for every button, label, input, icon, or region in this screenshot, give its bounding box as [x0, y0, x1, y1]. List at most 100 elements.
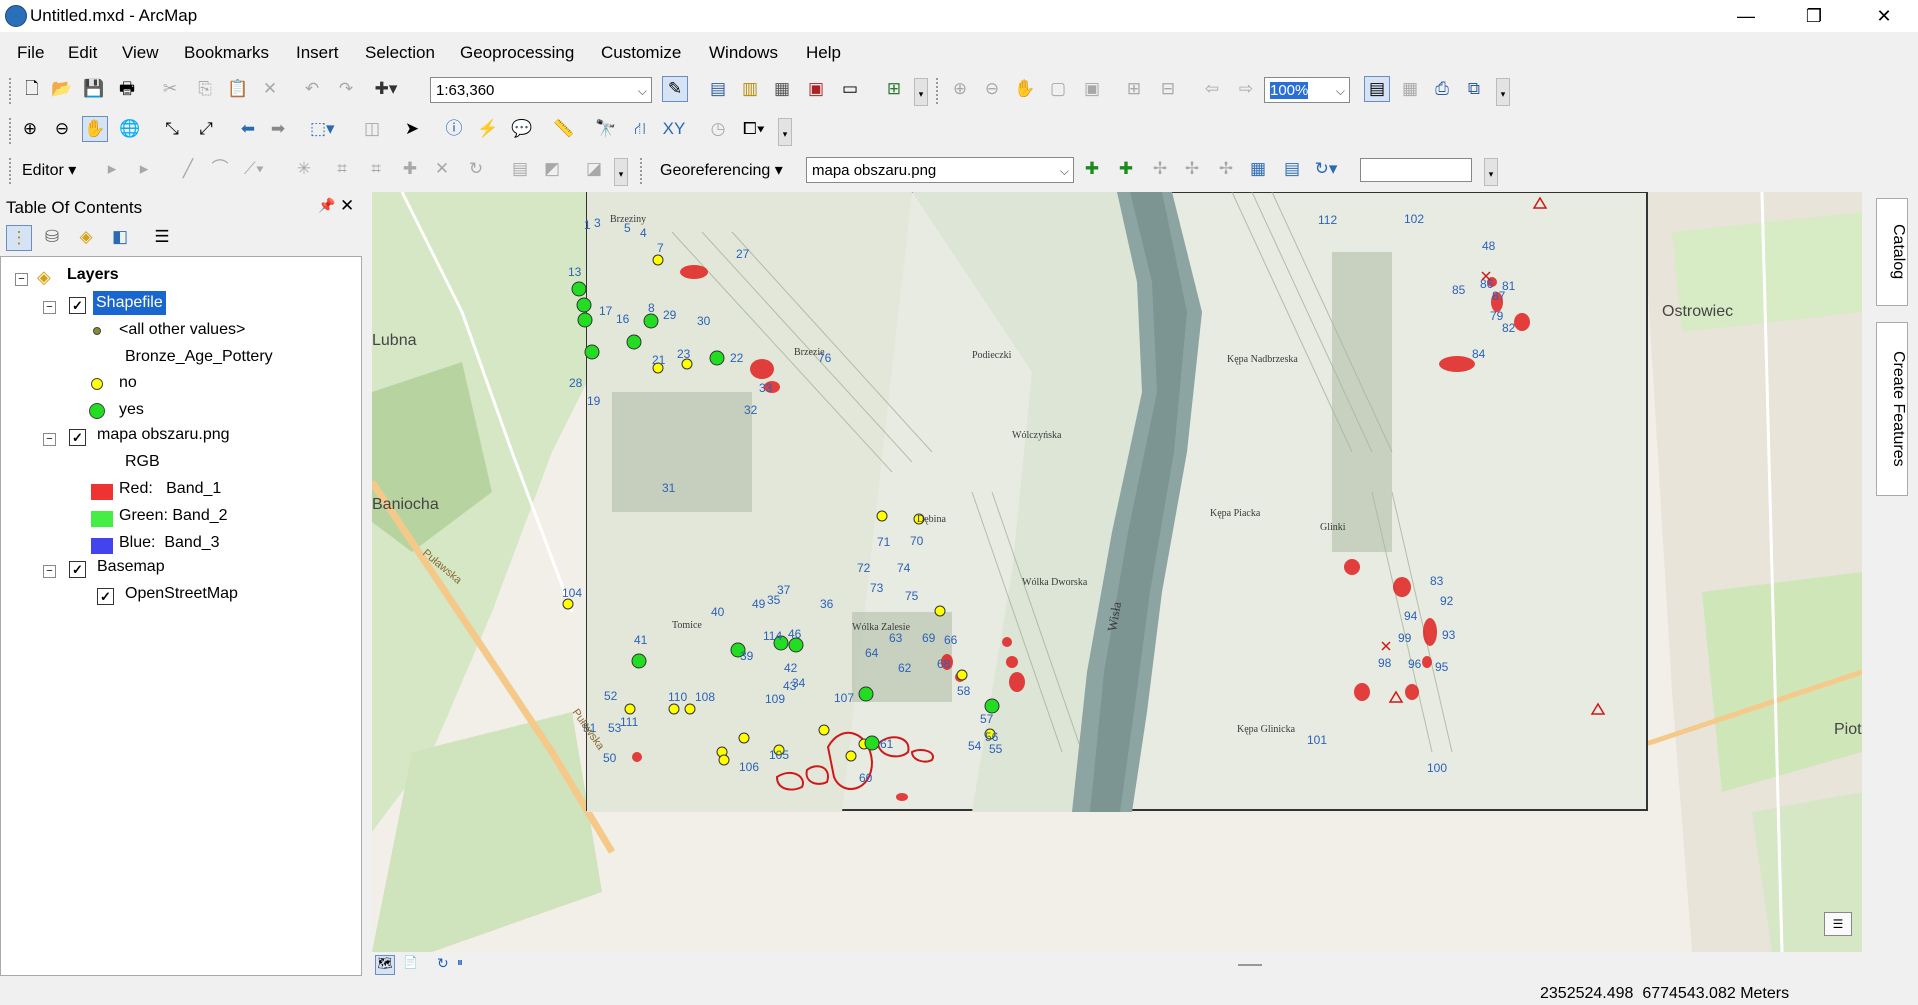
select-elements-icon[interactable]: ➤	[400, 117, 424, 141]
fixed-zoom-in-icon[interactable]: ⤡	[160, 117, 184, 141]
edit-tool-icon[interactable]: ▸	[100, 157, 124, 181]
view-link-table-icon[interactable]: ▤	[1280, 157, 1304, 181]
edit-annotation-icon[interactable]: ▸	[132, 157, 156, 181]
layout-view-icon[interactable]: 📄	[403, 955, 418, 969]
data-driven-pages-icon[interactable]: ⧉	[1462, 77, 1486, 101]
menu-customize[interactable]: Customize	[601, 43, 681, 63]
osm-visibility-checkbox[interactable]: ✓	[97, 588, 114, 605]
menu-windows[interactable]: Windows	[709, 43, 778, 63]
change-layout-icon[interactable]: ⎙	[1430, 77, 1454, 101]
reshape-icon[interactable]: ⌗	[364, 157, 388, 181]
back-extent-icon[interactable]: ⬅	[236, 117, 260, 141]
shapefile-layer-name[interactable]: Shapefile	[93, 291, 166, 315]
add-data-icon[interactable]: ✚▾	[374, 77, 398, 101]
cut-icon[interactable]: ✂	[158, 77, 182, 101]
editor-menu[interactable]: Editor ▾	[22, 160, 76, 180]
redo-icon[interactable]: ↷	[334, 77, 358, 101]
basemap-collapse-toggle[interactable]: −	[43, 565, 56, 578]
create-features-icon[interactable]: ◪	[582, 157, 606, 181]
zoom-whole-page-icon[interactable]: ▢	[1046, 77, 1070, 101]
toggle-draft-mode-icon[interactable]: ▤	[1364, 76, 1390, 102]
time-slider-icon[interactable]: ◷	[706, 117, 730, 141]
arctoolbox-icon[interactable]: ▣	[804, 77, 828, 101]
map-display[interactable]: 13 17 16 8 29 30 21 22 23 76 33 32 19 28…	[372, 192, 1862, 952]
list-by-drawing-order-icon[interactable]: ⋮	[6, 225, 32, 251]
layers-label[interactable]: Layers	[67, 263, 119, 287]
clear-selection-icon[interactable]: ◫	[360, 117, 384, 141]
layers-collapse-toggle[interactable]: −	[15, 273, 28, 286]
zoom-in-icon[interactable]: ⊕	[18, 117, 42, 141]
find-route-icon[interactable]: ⛙	[628, 117, 652, 141]
focus-data-frame-icon[interactable]: ▦	[1398, 77, 1422, 101]
html-popup-icon[interactable]: 💬	[510, 117, 534, 141]
georeferencing-menu[interactable]: Georeferencing ▾	[660, 160, 783, 180]
toolbar-overflow-icon[interactable]: ▾	[1496, 78, 1510, 106]
new-document-icon[interactable]: 🗋	[20, 77, 44, 101]
shapefile-visibility-checkbox[interactable]: ✓	[69, 297, 86, 314]
add-control-points-auto-icon[interactable]: ✚	[1114, 157, 1138, 181]
toolbar-overflow-icon[interactable]: ▾	[614, 158, 628, 186]
layout-zoom-in-icon[interactable]: ⊕	[948, 77, 972, 101]
toolbar-grip[interactable]	[9, 78, 15, 104]
layout-zoom-out-icon[interactable]: ⊖	[980, 77, 1004, 101]
open-folder-icon[interactable]: 📂	[50, 77, 74, 101]
table-of-contents-icon[interactable]: ▤	[706, 77, 730, 101]
end-point-arc-icon[interactable]: ⌒	[208, 157, 232, 181]
split-icon[interactable]: ✕	[430, 157, 454, 181]
pin-icon[interactable]: 📌	[318, 197, 335, 214]
delete-icon[interactable]: ✕	[258, 77, 282, 101]
pause-drawing-icon[interactable]: ⏸	[457, 955, 463, 970]
zoom-to-link-icon[interactable]: ✢	[1180, 157, 1204, 181]
toolbar-grip[interactable]	[9, 118, 15, 144]
minimize-button[interactable]: —	[1718, 0, 1774, 32]
toolbar-overflow-icon[interactable]: ▾	[1484, 158, 1498, 186]
menu-edit[interactable]: Edit	[68, 43, 97, 63]
create-features-tab[interactable]: Create Features	[1876, 322, 1908, 496]
menu-selection[interactable]: Selection	[365, 43, 435, 63]
go-back-extent-icon[interactable]: ⇦	[1200, 77, 1224, 101]
go-forward-extent-icon[interactable]: ⇨	[1234, 77, 1258, 101]
map-scale-combo[interactable]: 1:63,360 ⌵	[430, 77, 652, 103]
overview-window-icon[interactable]: ☰	[1824, 912, 1852, 936]
raster-collapse-toggle[interactable]: −	[43, 433, 56, 446]
list-by-visibility-icon[interactable]: ◈	[74, 225, 98, 249]
trace-icon[interactable]: ⟋▾	[242, 157, 266, 181]
paste-icon[interactable]: 📋	[226, 77, 250, 101]
toc-close-button[interactable]: ✕	[340, 196, 354, 216]
toolbar-grip[interactable]	[9, 158, 15, 184]
straight-segment-icon[interactable]: ╱	[176, 157, 200, 181]
osm-layer-name[interactable]: OpenStreetMap	[125, 582, 238, 606]
map-splitter-handle[interactable]	[1238, 964, 1262, 966]
point-icon[interactable]: ✳	[292, 157, 316, 181]
toolbar-overflow-icon[interactable]: ▾	[778, 118, 792, 146]
delete-link-icon[interactable]: ✢	[1214, 157, 1238, 181]
menu-view[interactable]: View	[122, 43, 159, 63]
print-icon[interactable]: 🖶	[115, 77, 139, 101]
model-builder-icon[interactable]: ⊞	[882, 77, 906, 101]
layout-zoom-combo[interactable]: 100% ⌵	[1264, 77, 1350, 103]
sketch-properties-icon[interactable]: ◩	[540, 157, 564, 181]
save-icon[interactable]: 💾	[82, 77, 106, 101]
find-icon[interactable]: 🔭	[594, 117, 618, 141]
viewer-icon[interactable]: ▦	[1246, 157, 1270, 181]
go-to-xy-icon[interactable]: XY	[662, 117, 686, 141]
forward-extent-icon[interactable]: ➡	[266, 117, 290, 141]
cut-polygons-icon[interactable]: ✚	[398, 157, 422, 181]
full-extent-icon[interactable]: 🌐	[118, 117, 142, 141]
shapefile-collapse-toggle[interactable]: −	[43, 301, 56, 314]
undo-icon[interactable]: ↶	[300, 77, 324, 101]
search-window-icon[interactable]: ▦	[770, 77, 794, 101]
pan-icon[interactable]: ✋	[82, 116, 108, 142]
data-view-icon[interactable]: 🗺	[375, 955, 395, 975]
fixed-zoom-in-icon[interactable]: ⊞	[1122, 77, 1146, 101]
attributes-icon[interactable]: ▤	[508, 157, 532, 181]
copy-icon[interactable]: ⎘	[193, 77, 217, 101]
select-link-icon[interactable]: ✢	[1148, 157, 1172, 181]
menu-insert[interactable]: Insert	[296, 43, 339, 63]
select-features-icon[interactable]: ⬚▾	[310, 117, 335, 141]
list-by-selection-icon[interactable]: ◧	[108, 225, 132, 249]
raster-layer-name[interactable]: mapa obszaru.png	[97, 423, 230, 447]
toolbar-overflow-icon[interactable]: ▾	[914, 78, 928, 106]
zoom-out-icon[interactable]: ⊖	[50, 117, 74, 141]
toolbar-grip[interactable]	[936, 78, 942, 104]
